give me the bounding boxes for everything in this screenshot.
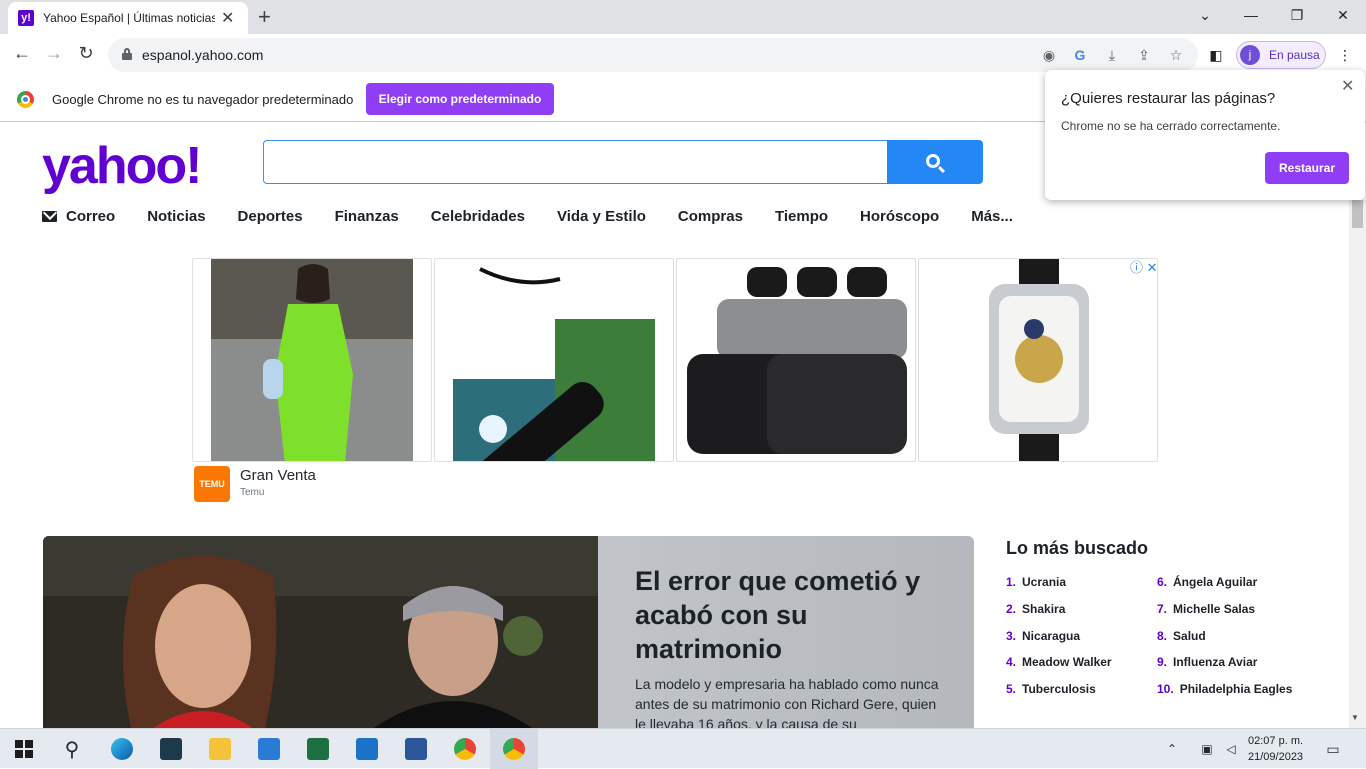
trending-item[interactable]: 3. Nicaragua [1006,629,1080,643]
hero-description: La modelo y empresaria ha hablado como n… [635,676,939,732]
speaker-icon[interactable]: ◁ [1220,729,1242,769]
profile-button[interactable]: j En pausa [1236,41,1326,69]
chrome-taskbar-icon[interactable] [441,729,489,769]
trending-item[interactable]: 7. Michelle Salas [1157,602,1255,616]
windows-taskbar: ⚲ ⌃ ▣ ◁ 02:07 p. m. 21/09/2023 ▭ [0,728,1366,769]
nav-mas[interactable]: Más... [971,208,1013,225]
search-taskbar-icon[interactable]: ⚲ [48,729,96,769]
restore-pages-popup: ¿Quieres restaurar las páginas? Chrome n… [1045,70,1365,200]
hero-title[interactable]: El error que cometió y acabó con su matr… [635,564,945,666]
ad-product-flashlight[interactable] [434,258,674,462]
nav-correo[interactable]: Correo [42,208,115,225]
trending-item[interactable]: 1. Ucrania [1006,575,1066,589]
reload-button[interactable]: ↻ [74,43,98,64]
trending-title: Lo más buscado [1006,538,1149,558]
url-text[interactable]: espanol.yahoo.com [142,47,263,63]
system-clock[interactable]: 02:07 p. m. 21/09/2023 [1248,733,1303,765]
watch-image [989,259,1089,461]
scrollbar-thumb[interactable] [1352,200,1363,228]
flashlight-image [453,267,655,461]
notifications-icon[interactable]: ▭ [1318,729,1348,769]
search-input[interactable] [263,140,889,184]
chrome-icon [17,91,34,108]
nav-vida-y-estilo[interactable]: Vida y Estilo [557,208,646,225]
nav-compras[interactable]: Compras [678,208,743,225]
seat-covers-image [687,267,907,454]
close-icon[interactable]: ✕ [1341,76,1354,96]
temu-logo[interactable]: TEMU [194,466,230,502]
close-window-button[interactable]: ✕ [1320,0,1366,30]
blocked-cookies-icon[interactable]: ◉ [1040,46,1058,64]
windows-icon [15,740,33,758]
trending-item[interactable]: 8. Salud [1157,629,1206,643]
trending-item[interactable]: 4. Meadow Walker [1006,655,1112,669]
set-default-button[interactable]: Elegir como predeterminado [366,83,554,115]
tab-title: Yahoo Español | Últimas noticias, [43,11,215,25]
network-icon[interactable]: ▣ [1196,729,1218,769]
side-panel-icon[interactable]: ◧ [1207,46,1225,64]
close-tab-icon[interactable]: ✕ [221,8,234,28]
mail-app-icon[interactable] [343,729,391,769]
nav-celebridades[interactable]: Celebridades [431,208,525,225]
nav-noticias[interactable]: Noticias [147,208,205,225]
store-app-icon[interactable] [147,729,195,769]
restore-button[interactable]: Restaurar [1265,152,1349,184]
search-icon [926,154,940,168]
ad-carousel [192,258,1158,462]
hero-image [43,536,598,736]
yahoo-favicon-icon: y! [18,10,34,26]
browser-tab[interactable]: y! Yahoo Español | Últimas noticias, ✕ [8,2,248,34]
nav-deportes[interactable]: Deportes [238,208,303,225]
ad-product-dress[interactable] [192,258,432,462]
back-button[interactable]: ← [10,43,34,64]
ad-product-seat-covers[interactable] [676,258,916,462]
popup-message: Chrome no se ha cerrado correctamente. [1061,119,1281,133]
trending-item[interactable]: 10. Philadelphia Eagles [1157,682,1292,696]
lock-icon[interactable] [122,48,132,60]
edge-icon[interactable] [98,729,146,769]
yahoo-logo[interactable]: yahoo! [42,136,202,196]
chevron-up-icon[interactable]: ⌃ [1160,729,1184,769]
excel-icon[interactable] [294,729,342,769]
avatar: j [1240,45,1260,65]
start-button[interactable] [0,729,48,769]
microsoft-store-icon[interactable] [245,729,293,769]
trending-item[interactable]: 2. Shakira [1006,602,1065,616]
main-nav: Correo Noticias Deportes Finanzas Celebr… [42,208,1045,225]
share-icon[interactable]: ⇪ [1135,46,1153,64]
trending-item[interactable]: 5. Tuberculosis [1006,682,1096,696]
restore-window-button[interactable]: ❐ [1274,0,1320,30]
infobar-message: Google Chrome no es tu navegador predete… [52,92,354,107]
nav-horoscopo[interactable]: Horóscopo [860,208,939,225]
nav-tiempo[interactable]: Tiempo [775,208,828,225]
popup-title: ¿Quieres restaurar las páginas? [1061,90,1276,107]
ad-title[interactable]: Gran Venta [240,467,316,484]
file-explorer-icon[interactable] [196,729,244,769]
chrome-profile-taskbar-icon[interactable] [490,729,538,769]
menu-kebab-icon[interactable]: ⋮ [1336,46,1354,64]
tab-search-icon[interactable]: ⌄ [1182,0,1228,30]
mail-icon [42,211,57,222]
new-tab-button[interactable]: + [258,4,271,30]
bookmark-star-icon[interactable]: ☆ [1167,46,1185,64]
dress-image [211,259,413,461]
address-bar[interactable]: espanol.yahoo.com ◉ G ⤓ ⇪ ☆ [108,38,1198,72]
google-icon[interactable]: G [1071,46,1089,64]
tab-strip: y! Yahoo Español | Últimas noticias, ✕ +… [0,0,1366,34]
profile-status: En pausa [1269,48,1320,62]
ad-product-watch[interactable] [918,258,1158,462]
scroll-down-icon[interactable]: ▼ [1351,713,1359,722]
trending-item[interactable]: 6. Ángela Aguilar [1157,575,1257,589]
minimize-button[interactable]: — [1228,0,1274,30]
forward-button[interactable]: → [42,43,66,64]
scrollbar[interactable] [1349,200,1366,728]
search-button[interactable] [887,140,983,184]
install-app-icon[interactable]: ⤓ [1103,46,1121,64]
word-icon[interactable] [392,729,440,769]
ad-source: Temu [240,487,265,498]
trending-item[interactable]: 9. Influenza Aviar [1157,655,1257,669]
nav-finanzas[interactable]: Finanzas [335,208,399,225]
hero-article[interactable]: El error que cometió y acabó con su matr… [43,536,974,736]
ad-info-close-icon[interactable]: ⓘ ✕ [1130,257,1158,276]
